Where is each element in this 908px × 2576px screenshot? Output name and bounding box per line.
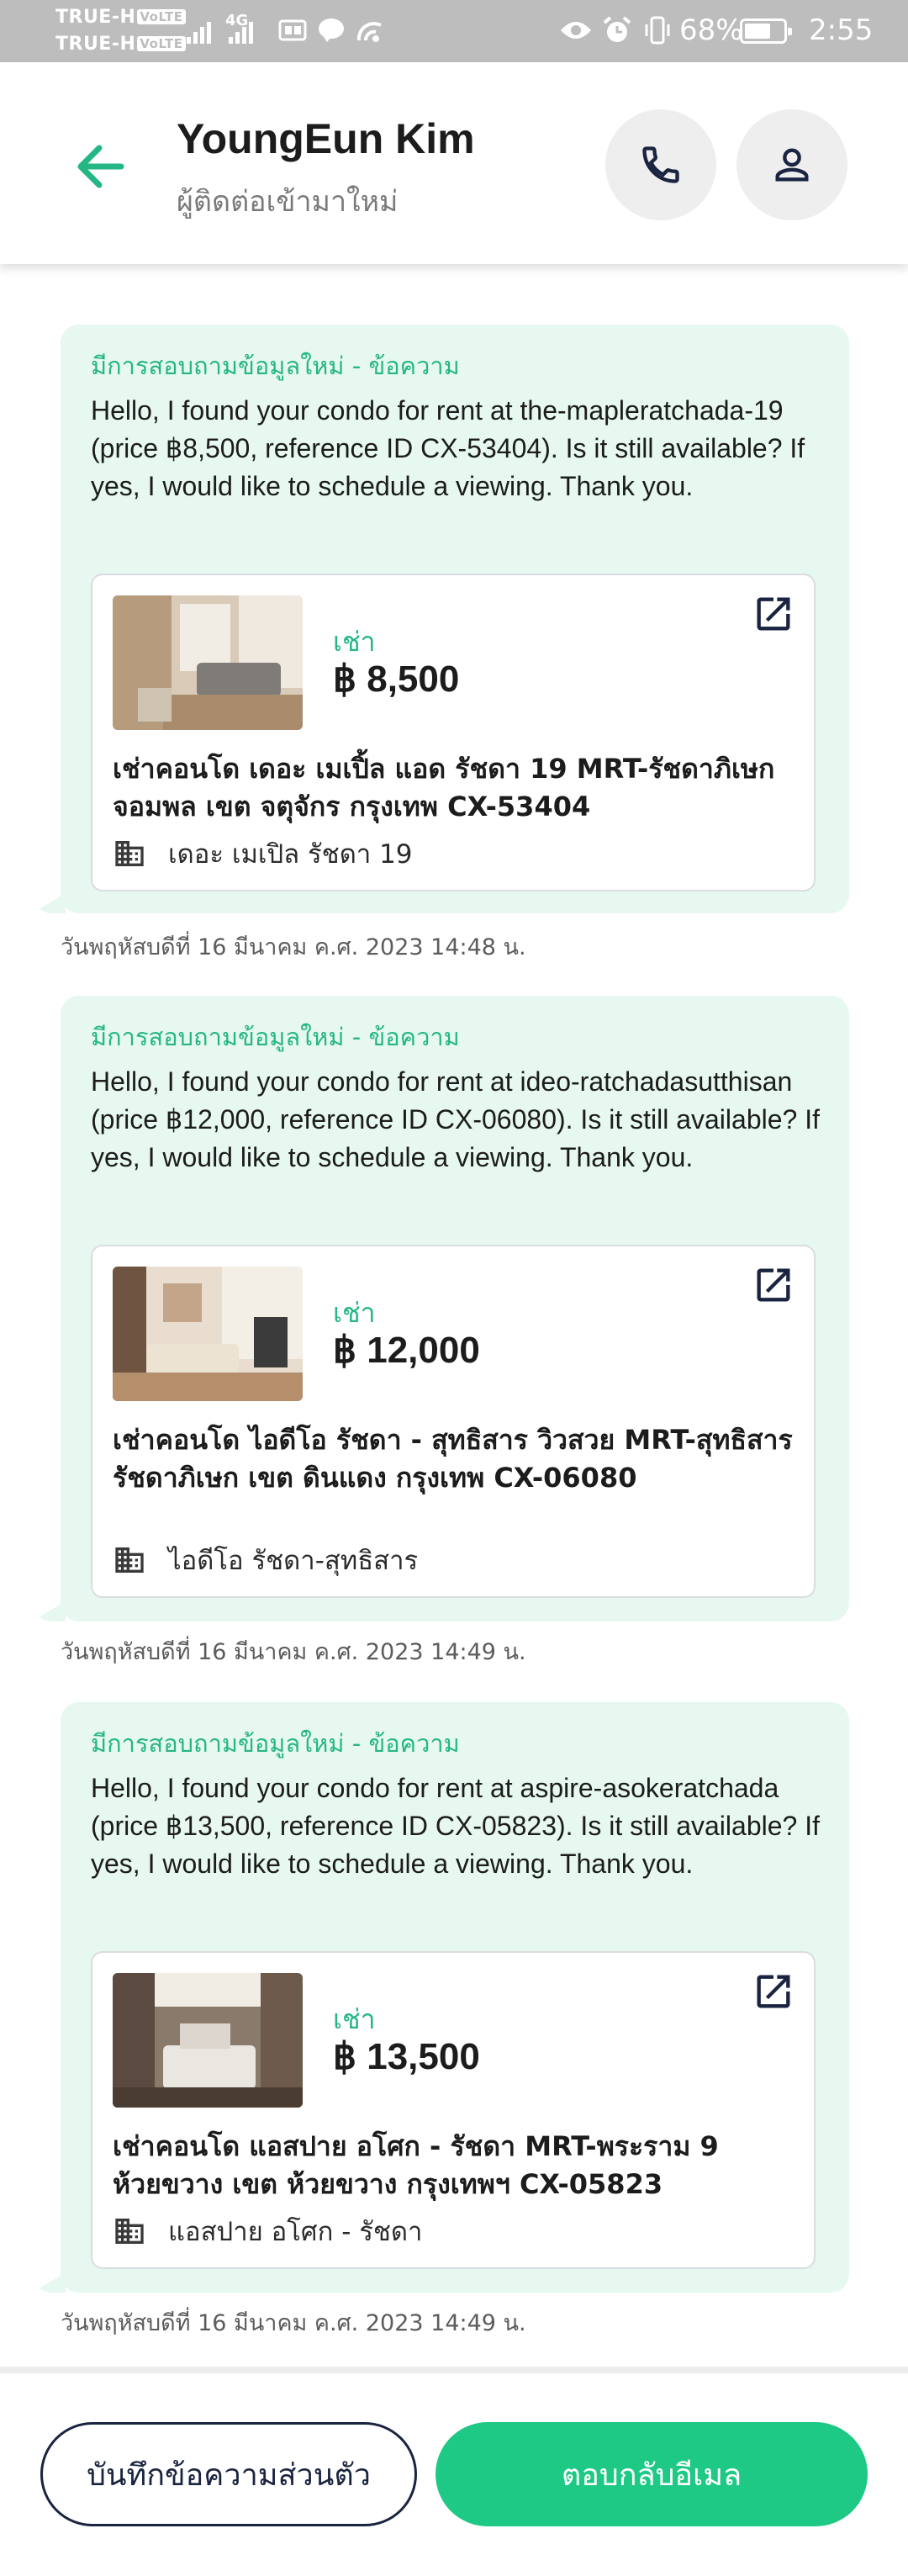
contact-status: ผู้ติดต่อเข้ามาใหม่ <box>177 185 399 219</box>
sim-icon <box>276 15 309 45</box>
signal-icon-2 <box>229 19 253 44</box>
contact-details-button[interactable] <box>736 109 847 220</box>
external-link-icon <box>757 597 790 631</box>
message-timestamp: วันพฤหัสบดีที่ 16 มีนาคม ค.ศ. 2023 14:48… <box>61 934 526 960</box>
carrier-name-1: TRUE-H <box>55 7 136 28</box>
reply-email-button[interactable]: ตอบกลับอีเมล <box>436 2422 868 2526</box>
building-icon <box>115 1547 144 1573</box>
message-timestamp: วันพฤหัสบดีที่ 16 มีนาคม ค.ศ. 2023 14:49… <box>61 2310 526 2336</box>
bottom-action-bar: บันทึกข้อความส่วนตัว ตอบกลับอีเมล <box>0 2373 908 2576</box>
contact-name: YoungEun Kim <box>177 115 475 162</box>
volte-badge-1: VoLTE <box>137 9 186 24</box>
message-bubble: มีการสอบถามข้อมูลใหม่ - ข้อความ Hello, I… <box>61 1702 849 2293</box>
external-link-icon <box>757 1268 790 1302</box>
message-bubble: มีการสอบถามข้อมูลใหม่ - ข้อความ Hello, I… <box>61 325 849 913</box>
carrier-name-2: TRUE-H <box>55 34 136 55</box>
carrier-label-2: TRUE-H VoLTE <box>55 34 186 55</box>
battery-icon <box>740 19 792 44</box>
wifi-share-icon <box>353 15 387 45</box>
open-listing-button[interactable] <box>752 1970 795 2013</box>
listing-title: เช่าคอนโด เดอะ เมเปิ้ล แอด รัชดา 19 MRT-… <box>113 753 775 823</box>
message-bubble: มีการสอบถามข้อมูลใหม่ - ข้อความ Hello, I… <box>61 996 849 1621</box>
person-icon <box>775 148 809 182</box>
building-name: เดอะ เมเปิล รัชดา 19 <box>168 839 413 870</box>
listing-title: เช่าคอนโด ไอดีโอ รัชดา - สุทธิสาร วิวสวย… <box>113 1424 793 1494</box>
listing-card[interactable]: เช่า ฿ 12,000 เช่าคอนโด ไอดีโอ รัชดา - ส… <box>91 1245 816 1598</box>
listing-price: ฿ 13,500 <box>333 2036 480 2077</box>
volte-badge-2: VoLTE <box>137 36 186 51</box>
building-icon <box>115 2219 144 2244</box>
listing-card[interactable]: เช่า ฿ 8,500 เช่าคอนโด เดอะ เมเปิ้ล แอด … <box>91 574 816 891</box>
listing-thumbnail <box>113 1267 303 1401</box>
message-heading: มีการสอบถามข้อมูลใหม่ - ข้อความ <box>91 352 460 380</box>
message-body: Hello, I found your condo for rent at as… <box>91 1773 820 1879</box>
phone-icon <box>642 146 679 183</box>
listing-price: ฿ 8,500 <box>333 659 460 700</box>
battery-fill <box>745 24 770 39</box>
clock: 2:55 <box>809 13 874 47</box>
building-name: ไอดีโอ รัชดา-สุทธิสาร <box>168 1546 419 1576</box>
message-body: Hello, I found your condo for rent at id… <box>91 1066 820 1172</box>
signal-icon-1 <box>187 19 211 44</box>
open-listing-button[interactable] <box>752 1263 795 1307</box>
private-note-button[interactable]: บันทึกข้อความส่วนตัว <box>40 2422 417 2526</box>
bottom-divider <box>0 2367 908 2373</box>
arrow-left-icon <box>77 145 124 188</box>
alarm-icon <box>600 15 634 45</box>
listing-building: ไอดีโอ รัชดา-สุทธิสาร <box>113 1539 418 1581</box>
conversation-header: YoungEun Kim ผู้ติดต่อเข้ามาใหม่ <box>0 62 908 264</box>
listing-thumbnail <box>113 595 303 730</box>
message-timestamp: วันพฤหัสบดีที่ 16 มีนาคม ค.ศ. 2023 14:49… <box>61 1639 526 1665</box>
message-heading: มีการสอบถามข้อมูลใหม่ - ข้อความ <box>91 1729 460 1758</box>
building-name: แอสปาย อโศก - รัชดา <box>168 2217 423 2247</box>
listing-building: แอสปาย อโศก - รัชดา <box>113 2210 422 2252</box>
line-app-icon <box>314 15 348 45</box>
battery-percent: 68% <box>679 13 743 47</box>
status-bar: TRUE-H VoLTE TRUE-H VoLTE 4G 68% 2:55 <box>0 0 908 62</box>
listing-price: ฿ 12,000 <box>333 1330 480 1371</box>
back-button[interactable] <box>67 133 135 200</box>
message-heading: มีการสอบถามข้อมูลใหม่ - ข้อความ <box>91 1023 460 1051</box>
listing-card[interactable]: เช่า ฿ 13,500 เช่าคอนโด แอสปาย อโศก - รั… <box>91 1951 816 2269</box>
building-icon <box>115 841 144 866</box>
vibrate-icon <box>641 15 674 45</box>
call-button[interactable] <box>605 109 716 220</box>
message-body: Hello, I found your condo for rent at th… <box>91 395 805 501</box>
open-listing-button[interactable] <box>752 592 795 636</box>
external-link-icon <box>757 1975 790 2008</box>
listing-title: เช่าคอนโด แอสปาย อโศก - รัชดา MRT-พระราม… <box>113 2130 719 2200</box>
carrier-label-1: TRUE-H VoLTE <box>55 7 186 28</box>
listing-building: เดอะ เมเปิล รัชดา 19 <box>113 833 413 875</box>
listing-thumbnail <box>113 1973 303 2108</box>
eye-icon <box>558 15 594 45</box>
